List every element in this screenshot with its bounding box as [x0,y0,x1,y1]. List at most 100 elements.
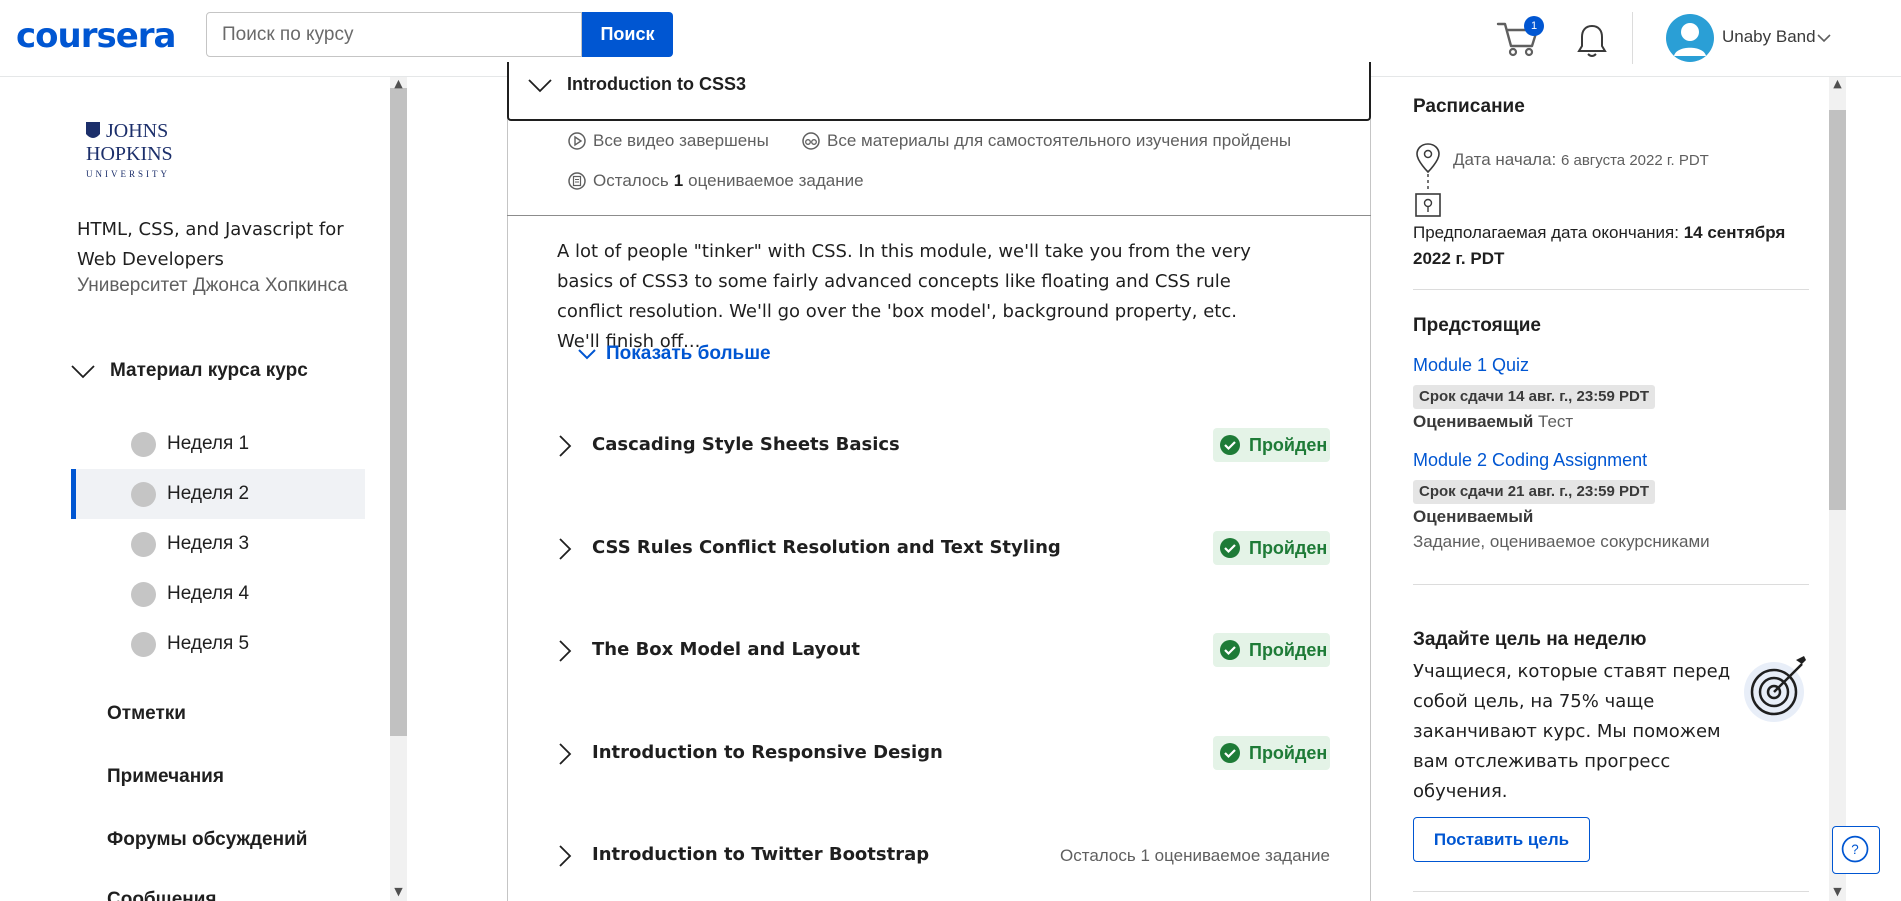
item-type: Тест [1538,412,1574,431]
scroll-down-arrow-icon[interactable]: ▼ [390,885,407,898]
module-title: Introduction to CSS3 [567,74,746,94]
completed-badge: Пройден [1213,736,1330,770]
target-goal-icon [1744,656,1806,722]
chevron-down-icon[interactable] [1816,30,1832,46]
user-name[interactable]: Unaby Band [1722,27,1816,47]
johns-hopkins-logo[interactable]: JOHNS HOPKINS UNIVERSITY [84,120,174,186]
week-status-dot [131,631,156,657]
check-circle-icon [1220,743,1240,763]
module-divider [507,215,1371,216]
course-university: Университет Джонса Хопкинса [77,275,348,296]
week-label: Неделя 4 [167,583,250,604]
readings-status: Все материалы для самостоятельного изуче… [801,131,1291,151]
course-material-toggle[interactable]: Материал курса курс [70,356,308,386]
chevron-right-icon [559,435,572,457]
start-date-label: Дата начала: [1453,150,1557,169]
notifications-bell-icon[interactable] [1576,20,1608,60]
sidebar-week-2[interactable]: Неделя 2 [71,469,365,519]
start-date-value: 6 августа 2022 г. PDT [1560,152,1709,169]
chevron-down-icon [578,349,596,360]
week-status-dot [131,481,156,507]
upcoming-item-link[interactable]: Module 1 Quiz [1413,355,1529,376]
course-title[interactable]: HTML, CSS, and Javascript for Web Develo… [77,215,367,275]
estimated-end-date: Предполагаемая дата окончания: 14 сентяб… [1413,220,1813,272]
lesson-title: Introduction to Twitter Bootstrap [592,844,930,865]
week-status-dot [131,431,156,457]
search-button[interactable]: Поиск [582,12,673,57]
show-more-link[interactable]: Показать больше [577,343,771,365]
sidebar-link-grades[interactable]: Отметки [107,703,186,725]
sidebar-week-4[interactable]: Неделя 4 [71,569,365,619]
graded-label: Оцениваемый [1413,507,1534,526]
weekly-goal-text: Учащиеся, которые ставят перед собой цел… [1413,661,1731,802]
chevron-down-icon [71,365,95,379]
sidebar-link-forums[interactable]: Форумы обсуждений [107,829,307,851]
right-panel-divider [1413,289,1809,290]
remaining-suffix: оцениваемое задание [688,171,864,190]
course-search-input[interactable] [206,12,582,57]
set-goal-button[interactable]: Поставить цель [1413,817,1590,862]
sidebar-link-messages[interactable]: Сообщения [107,889,217,901]
module-description: A lot of people "tinker" with CSS. In th… [557,241,1251,352]
due-date-pill: Срок сдачи 21 авг. г., 23:59 PDT [1413,480,1656,504]
lesson-title: Introduction to Responsive Design [592,742,943,763]
cart-count-badge: 1 [1524,16,1544,36]
completed-badge: Пройден [1213,633,1330,667]
lesson-title: The Box Model and Layout [592,639,861,660]
reading-glasses-icon [802,132,820,150]
right-panel-divider [1413,891,1809,892]
item-type: Задание, оцениваемое сокурсниками [1413,532,1710,551]
svg-text:HOPKINS: HOPKINS [86,143,173,165]
lesson-row[interactable]: CSS Rules Conflict Resolution and Text S… [550,529,1330,569]
chevron-down-icon [528,79,552,93]
chevron-right-icon [559,538,572,560]
lesson-row[interactable]: The Box Model and Layout Пройден [550,631,1330,671]
help-button[interactable]: ? [1832,826,1880,874]
lesson-row[interactable]: Cascading Style Sheets Basics Пройден [550,426,1330,466]
lesson-row[interactable]: Introduction to Responsive Design Пройде… [550,734,1330,774]
graded-label: Оцениваемый [1413,412,1534,431]
header-divider [1632,12,1633,64]
sidebar-link-notes[interactable]: Примечания [107,766,224,788]
svg-text:UNIVERSITY: UNIVERSITY [86,169,170,179]
remaining-prefix: Осталось [593,171,669,190]
check-circle-icon [1220,640,1240,660]
check-circle-icon [1220,435,1240,455]
chevron-right-icon [559,845,572,867]
lesson-row[interactable]: Introduction to Twitter Bootstrap Остало… [550,836,1330,876]
module-content-panel [507,77,1371,901]
chevron-right-icon [559,743,572,765]
upcoming-item-link[interactable]: Module 2 Coding Assignment [1413,450,1647,471]
due-date-pill: Срок сдачи 14 авг. г., 23:59 PDT [1413,385,1656,409]
lesson-title: CSS Rules Conflict Resolution and Text S… [592,537,1061,558]
weekly-goal-title: Задайте цель на неделю [1413,629,1647,650]
week-status-dot [131,581,156,607]
schedule-timeline-icon [1415,143,1441,217]
check-circle-icon [1220,538,1240,558]
user-avatar[interactable] [1666,14,1714,62]
week-status-dot [131,531,156,557]
sidebar-week-5[interactable]: Неделя 5 [71,619,365,669]
sidebar-week-3[interactable]: Неделя 3 [71,519,365,569]
end-date-label: Предполагаемая дата окончания: [1413,223,1679,242]
readings-status-text: Все материалы для самостоятельного изуче… [827,131,1292,150]
scroll-up-arrow-icon[interactable]: ▲ [390,77,407,90]
upcoming-title: Предстоящие [1413,315,1541,336]
completed-label: Пройден [1249,742,1328,763]
page-scrollbar-thumb[interactable] [1829,110,1846,510]
scroll-up-arrow-icon[interactable]: ▲ [1829,77,1846,90]
svg-text:JOHNS: JOHNS [106,120,168,142]
user-silhouette-icon [1674,23,1706,56]
sidebar-scrollbar-thumb[interactable] [390,88,407,736]
scroll-down-arrow-icon[interactable]: ▼ [1829,885,1846,898]
coursera-logo[interactable]: coursera [16,16,176,56]
svg-text:?: ? [1851,842,1858,857]
sidebar-week-1[interactable]: Неделя 1 [71,419,365,469]
chevron-right-icon [559,640,572,662]
week-label: Неделя 2 [167,483,250,504]
week-label: Неделя 5 [167,633,250,654]
help-question-icon: ? [1841,835,1869,863]
lesson-remaining-text: Осталось 1 оцениваемое задание [1060,846,1330,865]
completed-label: Пройден [1249,639,1328,660]
completed-badge: Пройден [1213,531,1330,565]
